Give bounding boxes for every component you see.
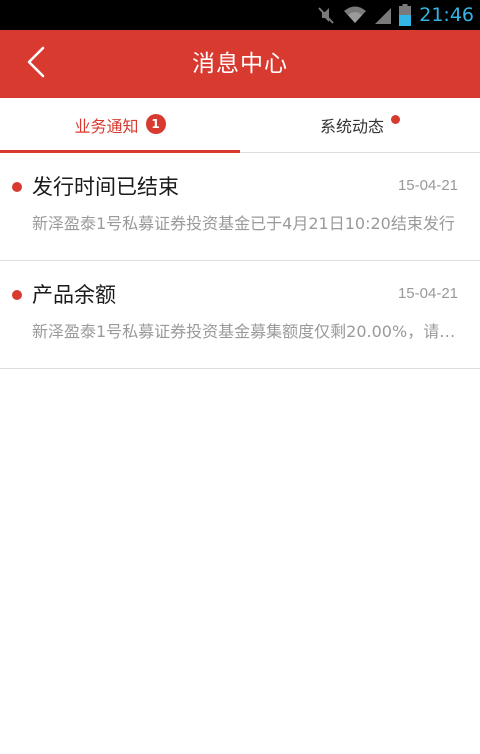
message-date: 15-04-21 <box>397 285 458 302</box>
unread-dot <box>12 290 22 300</box>
mute-icon <box>315 4 343 26</box>
tab-bar: 业务通知 1 系统动态 <box>0 98 480 153</box>
status-icons: 21:46 <box>315 0 474 30</box>
new-dot-badge <box>391 114 400 124</box>
message-title: 发行时间已结束 <box>32 175 179 199</box>
unread-dot <box>12 182 22 192</box>
tab-system-updates[interactable]: 系统动态 <box>240 98 480 152</box>
tab-label: 业务通知 <box>74 117 139 136</box>
wifi-icon <box>343 5 373 25</box>
list-item[interactable]: 产品余额 15-04-21 新泽盈泰1号私募证券投资基金募集额度仅剩20.00%… <box>0 261 480 369</box>
back-button[interactable] <box>14 42 58 86</box>
message-title: 产品余额 <box>32 283 116 307</box>
list-item[interactable]: 发行时间已结束 15-04-21 新泽盈泰1号私募证券投资基金已于4月21日10… <box>0 153 480 261</box>
battery-icon <box>399 4 417 26</box>
signal-icon <box>373 5 399 25</box>
tab-label: 系统动态 <box>319 117 384 136</box>
message-preview: 新泽盈泰1号私募证券投资基金已于4月21日10:20结束发行 <box>32 214 455 233</box>
message-list: 发行时间已结束 15-04-21 新泽盈泰1号私募证券投资基金已于4月21日10… <box>0 153 480 369</box>
status-clock: 21:46 <box>419 4 474 26</box>
message-preview: 新泽盈泰1号私募证券投资基金募集额度仅剩20.00%，请尽快购买 <box>32 322 460 341</box>
app-header: 消息中心 <box>0 30 480 98</box>
status-bar: 21:46 <box>0 0 480 30</box>
message-date: 15-04-21 <box>397 177 458 194</box>
chevron-left-icon <box>26 46 46 82</box>
tab-business-notice[interactable]: 业务通知 1 <box>0 98 240 153</box>
unread-count-badge: 1 <box>145 114 166 134</box>
page-title: 消息中心 <box>192 51 288 77</box>
